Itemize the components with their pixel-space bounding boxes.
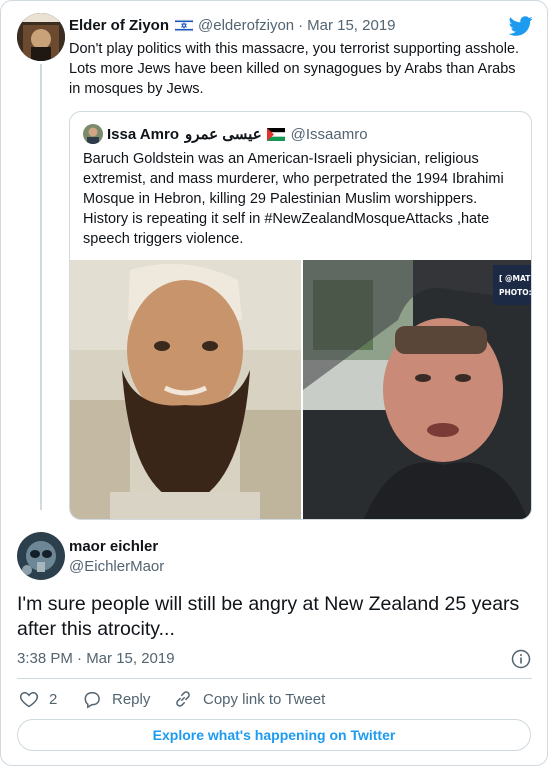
avatar-image — [17, 532, 65, 580]
avatar-image — [83, 124, 103, 144]
separator-dot: · — [298, 17, 304, 34]
link-icon — [176, 691, 190, 707]
quoted-tweet-text: Baruch Goldstein was an American-Israeli… — [83, 151, 504, 247]
quoted-tweet-header: Issa Amro عيسى عمرو @Issaamro — [107, 125, 368, 144]
quoted-display-name: Issa Amro — [107, 125, 179, 143]
photo-bearded-man — [70, 260, 301, 519]
quoted-photo-left[interactable] — [70, 260, 301, 519]
reply-display-name[interactable]: maor eichler — [69, 538, 158, 555]
palestine-flag-icon — [266, 127, 285, 141]
israel-flag-icon — [175, 19, 194, 32]
quoted-arabic-name: عيسى عمرو — [184, 126, 262, 143]
avatar-issa-amro — [83, 124, 103, 144]
like-button[interactable]: 2 — [19, 689, 57, 709]
copy-link-label: Copy link to Tweet — [203, 690, 326, 708]
avatar-elder-of-ziyon[interactable] — [17, 13, 65, 61]
copy-link-button[interactable]: Copy link to Tweet — [173, 689, 325, 709]
original-tweet-header: Elder of Ziyon @elderofziyon · Mar 15, 2… — [69, 17, 396, 34]
reply-button[interactable]: Reply — [82, 689, 150, 709]
reply-label: Reply — [112, 690, 151, 708]
tweet-timestamp[interactable]: 3:38 PM · Mar 15, 2019 — [17, 650, 175, 667]
divider-top — [17, 678, 532, 679]
avatar-image — [17, 13, 65, 61]
reply-bubble-icon — [84, 692, 100, 709]
like-count: 2 — [49, 690, 58, 708]
heart-icon — [19, 691, 39, 708]
info-icon[interactable] — [511, 649, 531, 669]
photo-car-selfie — [303, 260, 531, 519]
avatar-maor-eichler[interactable] — [17, 532, 65, 580]
twitter-bird-icon[interactable] — [509, 14, 533, 38]
handle[interactable]: @elderofziyon — [198, 17, 294, 34]
reply-tweet-text: I'm sure people will still be angry at N… — [17, 593, 520, 640]
thread-connector-line — [40, 64, 42, 510]
original-tweet-text: Don't play politics with this massacre, … — [69, 41, 520, 97]
quoted-tweet-card[interactable]: Issa Amro عيسى عمرو @Issaamro Baruch Gol… — [69, 111, 532, 520]
quoted-photo-right[interactable]: [ @MAT PHOTO: — [303, 260, 532, 519]
reply-handle[interactable]: @EichlerMaor — [69, 558, 164, 575]
photo-overlay-text: [ @MAT PHOTO: — [499, 274, 532, 297]
explore-twitter-button[interactable]: Explore what's happening on Twitter — [17, 719, 531, 751]
tweet-date[interactable]: Mar 15, 2019 — [307, 17, 395, 34]
display-name[interactable]: Elder of Ziyon — [69, 17, 169, 34]
quoted-handle: @Issaamro — [290, 125, 368, 143]
